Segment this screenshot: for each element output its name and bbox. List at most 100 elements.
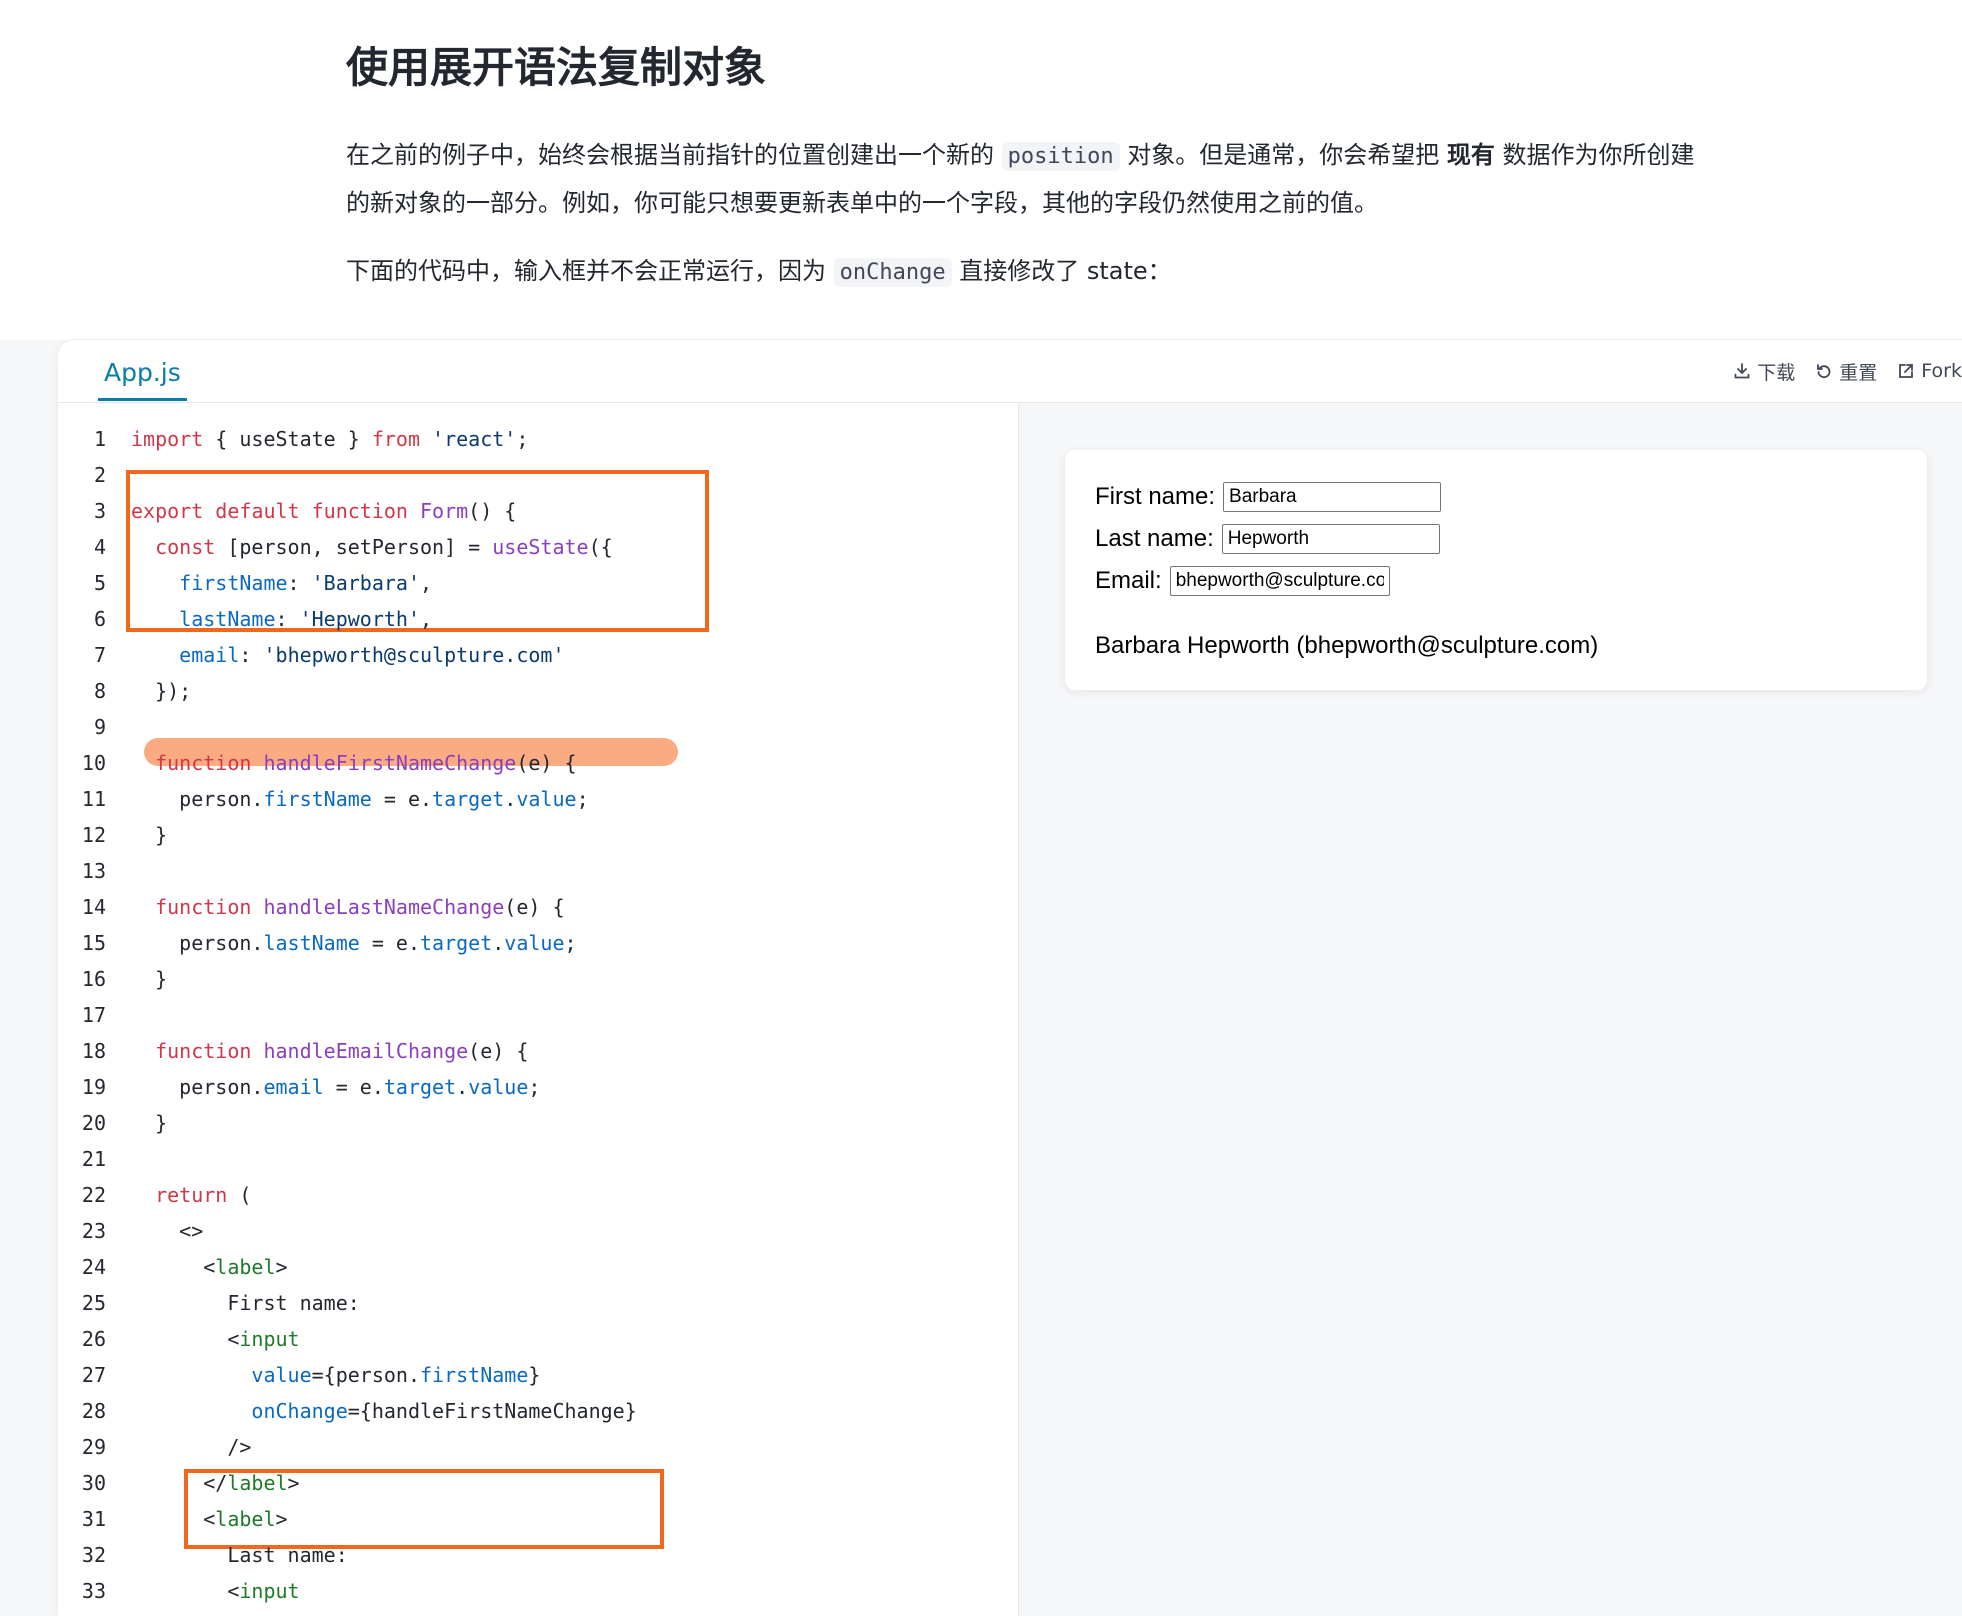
code-text: Last name: xyxy=(131,1543,348,1567)
last-name-row: Last name: xyxy=(1095,524,1440,554)
line-number: 13 xyxy=(81,859,106,883)
line-number: 11 xyxy=(81,787,106,811)
code-sandbox: App.js 下载 重置 Fork 1 import { useState } f… xyxy=(58,340,1962,1616)
code-text: email: 'bhepworth@sculpture.com' xyxy=(179,643,565,667)
sandbox-actions: 下载 重置 Fork xyxy=(1733,354,1962,388)
code-text: const [person, setPerson] = useState({ xyxy=(155,535,613,559)
code-line: 23 <> xyxy=(58,1213,1018,1249)
line-number: 33 xyxy=(81,1579,106,1603)
line-number: 21 xyxy=(81,1147,106,1171)
code-text: <label> xyxy=(131,1507,288,1531)
code-line: 31 <label> xyxy=(58,1501,1018,1537)
code-text: <label> xyxy=(131,1255,288,1279)
code-line: 20 } xyxy=(58,1105,1018,1141)
last-name-input[interactable] xyxy=(1221,524,1440,554)
intro-paragraph: 在之前的例子中，始终会根据当前指针的位置创建出一个新的 position 对象。… xyxy=(346,141,1695,217)
code-line: 17 xyxy=(58,997,1018,1033)
summary-text: Barbara Hepworth (bhepworth@sculpture.co… xyxy=(1095,632,1599,659)
line-number: 4 xyxy=(93,535,106,559)
code-line: 18 function handleEmailChange(e) { xyxy=(58,1033,1018,1069)
code-text: onChange={handleFirstNameChange} xyxy=(251,1399,637,1423)
code-line: 22 return ( xyxy=(58,1177,1018,1213)
line-number: 8 xyxy=(93,679,106,703)
line-number: 29 xyxy=(81,1435,106,1459)
line-number: 9 xyxy=(93,715,106,739)
preview-pane: First name: Last name: Email: Barbara He… xyxy=(1019,403,1962,1616)
code-line: 8 }); xyxy=(58,673,1018,709)
line-number: 7 xyxy=(93,643,106,667)
sandbox-header: App.js 下载 重置 Fork xyxy=(58,340,1962,403)
download-icon xyxy=(1734,363,1750,379)
code-line: 27 value={person.firstName} xyxy=(58,1357,1018,1393)
code-line: 1 import { useState } from 'react'; xyxy=(58,421,1018,457)
code-text: <> xyxy=(131,1219,204,1243)
line-number: 2 xyxy=(93,463,106,487)
code-line: 21 xyxy=(58,1141,1018,1177)
code-editor[interactable]: 1 import { useState } from 'react'; 2 3 expo… xyxy=(58,403,1019,1616)
line-number: 20 xyxy=(81,1111,106,1135)
line-number: 6 xyxy=(93,607,106,631)
external-link-icon xyxy=(1899,364,1914,378)
line-number: 17 xyxy=(81,1003,106,1027)
first-name-row: First name: xyxy=(1095,482,1442,512)
line-number: 19 xyxy=(81,1075,106,1099)
line-number: 26 xyxy=(81,1327,106,1351)
line-number: 10 xyxy=(81,751,106,775)
code-text: <input xyxy=(131,1579,300,1603)
code-text: function handleFirstNameChange(e) { xyxy=(155,751,577,775)
code-text: } xyxy=(131,967,168,991)
inline-code-position: position xyxy=(1001,142,1120,171)
code-text: firstName: 'Barbara', xyxy=(179,571,433,595)
line-number: 14 xyxy=(81,895,106,919)
code-text: export default function Form() { xyxy=(131,499,517,523)
inline-code-onchange: onChange xyxy=(833,258,952,287)
line-number: 18 xyxy=(81,1039,106,1063)
reset-icon xyxy=(1817,364,1831,379)
line-number: 31 xyxy=(81,1507,106,1531)
first-name-input[interactable] xyxy=(1223,482,1442,512)
code-text: } xyxy=(131,823,168,847)
code-line: 26 <input xyxy=(58,1321,1018,1357)
fork-button[interactable]: Fork xyxy=(1897,360,1962,382)
code-text: <input xyxy=(131,1327,300,1351)
line-number: 15 xyxy=(81,931,106,955)
code-text: </label> xyxy=(131,1471,300,1495)
code-line: 2 xyxy=(58,457,1018,493)
code-line: 3 export default function Form() { xyxy=(58,493,1018,529)
code-line: 13 xyxy=(58,853,1018,889)
code-line: 16 } xyxy=(58,961,1018,997)
code-line: 14 function handleLastNameChange(e) { xyxy=(58,889,1018,925)
code-text: /> xyxy=(131,1435,252,1459)
line-number: 3 xyxy=(93,499,106,523)
code-text: person.email = e.target.value; xyxy=(131,1075,541,1099)
code-line: 30 </label> xyxy=(58,1465,1018,1501)
code-text: import { useState } from 'react'; xyxy=(131,427,529,451)
reset-button[interactable]: 重置 xyxy=(1815,358,1877,385)
code-lines: 1 import { useState } from 'react'; 2 3 expo… xyxy=(58,421,1018,1609)
code-text: value={person.firstName} xyxy=(251,1363,541,1387)
download-button[interactable]: 下载 xyxy=(1733,358,1795,385)
line-number: 25 xyxy=(81,1291,106,1315)
line-number: 28 xyxy=(81,1399,106,1423)
code-line: 5 firstName: 'Barbara', xyxy=(58,565,1018,601)
code-line: 28 onChange={handleFirstNameChange} xyxy=(58,1393,1018,1429)
code-line: 19 person.email = e.target.value; xyxy=(58,1069,1018,1105)
code-line: 29 /> xyxy=(58,1429,1018,1465)
email-input[interactable] xyxy=(1169,566,1390,596)
code-line: 6 lastName: 'Hepworth', xyxy=(58,601,1018,637)
code-text: lastName: 'Hepworth', xyxy=(179,607,433,631)
code-text: return ( xyxy=(155,1183,252,1207)
line-number: 27 xyxy=(81,1363,106,1387)
code-line: 32 Last name: xyxy=(58,1537,1018,1573)
code-line: 25 First name: xyxy=(58,1285,1018,1321)
tab-app-js[interactable]: App.js xyxy=(98,348,187,401)
code-text: function handleEmailChange(e) { xyxy=(155,1039,529,1063)
code-line: 24 <label> xyxy=(58,1249,1018,1285)
code-line: 15 person.lastName = e.target.value; xyxy=(58,925,1018,961)
code-line: 9 xyxy=(58,709,1018,745)
line-number: 5 xyxy=(93,571,106,595)
line-number: 24 xyxy=(81,1255,106,1279)
preview-card: First name: Last name: Email: Barbara He… xyxy=(1065,450,1927,690)
code-line: 7 email: 'bhepworth@sculpture.com' xyxy=(58,637,1018,673)
line-number: 22 xyxy=(81,1183,106,1207)
